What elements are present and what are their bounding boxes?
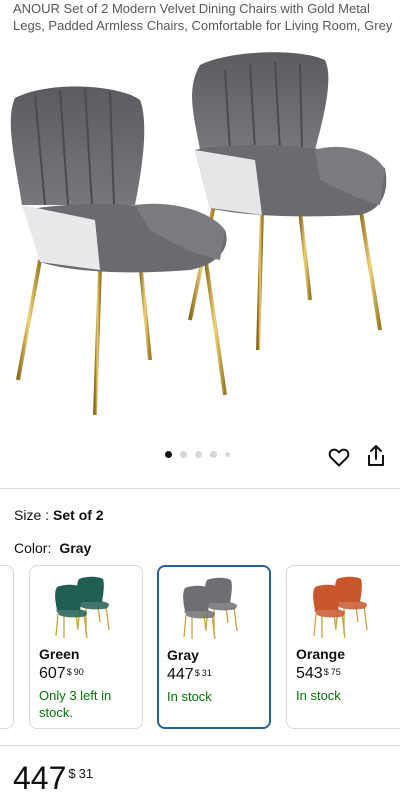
carousel-dot[interactable] xyxy=(225,452,230,457)
variant-card-partial[interactable] xyxy=(0,565,14,729)
price-whole: 607 xyxy=(39,665,66,682)
price-cents: 31 xyxy=(201,668,212,678)
price-symbol: $ xyxy=(323,667,329,677)
product-image[interactable] xyxy=(0,50,400,430)
variant-price: 447 $31 xyxy=(167,666,212,684)
variant-name: Orange xyxy=(296,646,346,662)
variant-price: 607 $90 xyxy=(39,665,84,683)
price-cents: 90 xyxy=(73,667,84,677)
price-symbol: $ xyxy=(194,668,200,678)
stock-status: Only 3 left in stock. xyxy=(39,688,112,720)
carousel-dot[interactable] xyxy=(180,451,187,458)
variant-thumbnail xyxy=(159,573,269,643)
variant-thumbnail xyxy=(30,572,142,642)
carousel-dot[interactable] xyxy=(165,451,172,458)
variant-thumbnail xyxy=(287,572,400,642)
price-whole: 447 xyxy=(13,760,67,796)
carousel-dot[interactable] xyxy=(195,451,202,458)
variant-card-gray[interactable]: Gray 447 $31 In stock xyxy=(157,565,271,729)
color-label: Color: xyxy=(14,540,52,556)
size-value: Set of 2 xyxy=(53,507,104,523)
variant-card-green[interactable]: Green 607 $90 Only 3 left in stock. xyxy=(29,565,143,729)
color-selector: Color: Gray xyxy=(14,539,91,557)
variant-name: Green xyxy=(39,646,80,662)
variant-name: Gray xyxy=(167,647,199,663)
main-price: 447 $31 xyxy=(13,760,93,796)
stock-status: In stock xyxy=(296,688,341,703)
size-selector[interactable]: Size : Set of 2 xyxy=(14,506,104,524)
chair-front-left xyxy=(10,86,227,416)
size-label: Size : xyxy=(14,507,50,523)
stock-status: In stock xyxy=(167,689,212,704)
price-symbol: $ xyxy=(68,766,76,781)
price-cents: 31 xyxy=(78,766,94,781)
product-title: ANOUR Set of 2 Modern Velvet Dining Chai… xyxy=(13,1,393,33)
carousel-indicator[interactable] xyxy=(165,451,230,458)
price-whole: 447 xyxy=(167,666,194,683)
section-divider xyxy=(0,488,400,489)
price-whole: 543 xyxy=(296,665,323,682)
price-cents: 75 xyxy=(330,667,341,677)
heart-icon[interactable] xyxy=(327,445,351,469)
variant-card-orange[interactable]: Orange 543 $75 In stock xyxy=(286,565,400,729)
price-symbol: $ xyxy=(66,667,72,677)
chair-back-right xyxy=(188,52,387,351)
color-value: Gray xyxy=(59,540,92,556)
carousel-dot[interactable] xyxy=(210,451,217,458)
section-divider xyxy=(0,745,400,746)
share-icon[interactable] xyxy=(365,444,387,468)
variant-price: 543 $75 xyxy=(296,665,341,683)
